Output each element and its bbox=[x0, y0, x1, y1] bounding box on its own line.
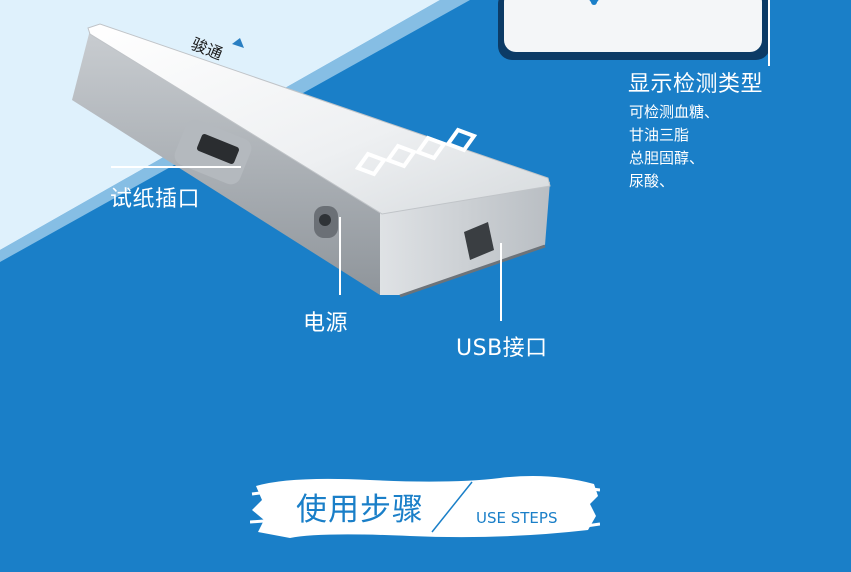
callout-line-power bbox=[339, 217, 341, 295]
display-type-line: 尿酸、 bbox=[629, 172, 675, 190]
label-usb-port: USB接口 bbox=[456, 336, 548, 361]
callout-line-display bbox=[768, 0, 770, 66]
callout-line-strip-port bbox=[111, 166, 241, 168]
display-types-list: 可检测血糖、 甘油三脂 总胆固醇、 尿酸、 bbox=[629, 101, 719, 193]
section-title-cn: 使用步骤 bbox=[296, 492, 424, 528]
label-display-title: 显示检测类型 bbox=[628, 72, 764, 97]
display-type-line: 甘油三脂 bbox=[629, 126, 690, 144]
section-title-en: USE STEPS bbox=[476, 509, 558, 527]
label-power: 电源 bbox=[303, 311, 349, 336]
display-type-line: 总胆固醇、 bbox=[629, 149, 705, 167]
callout-line-usb bbox=[500, 243, 502, 321]
display-type-line: 可检测血糖、 bbox=[629, 103, 720, 121]
label-strip-port: 试纸插口 bbox=[110, 187, 201, 212]
